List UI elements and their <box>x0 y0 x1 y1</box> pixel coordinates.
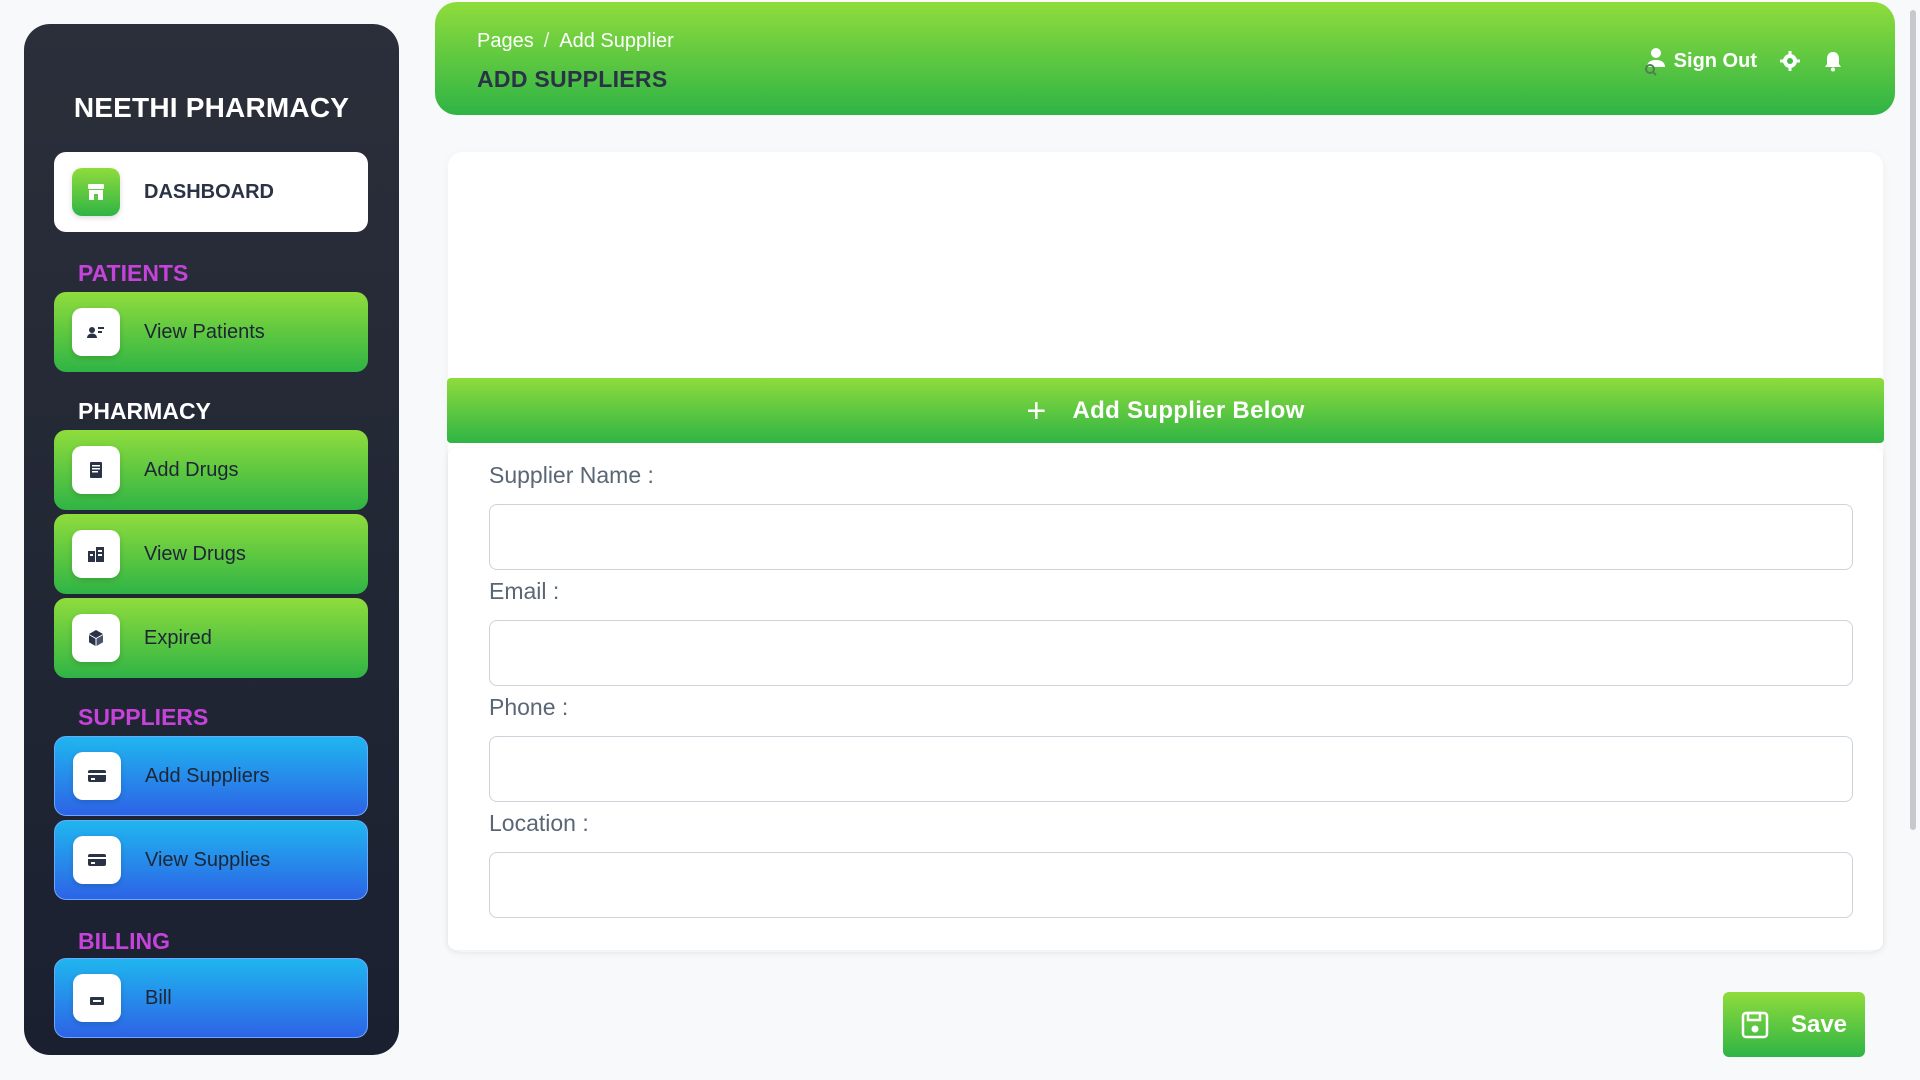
scrollbar[interactable] <box>1910 10 1916 830</box>
save-label: Save <box>1790 1010 1848 1038</box>
sidebar-item-label: Expired <box>144 626 212 649</box>
email-label: Email : <box>489 578 560 604</box>
sidebar-item-label: View Patients <box>144 320 265 343</box>
sidebar-item-label: Add Suppliers <box>145 764 270 787</box>
card-icon <box>73 752 121 800</box>
page-title: ADD SUPPLIERS <box>477 66 668 92</box>
gear-icon[interactable] <box>1779 50 1801 72</box>
supplier-name-input[interactable] <box>489 504 1853 570</box>
sidebar-item-label: Bill <box>145 986 172 1009</box>
store-icon <box>72 168 120 216</box>
save-button[interactable]: Save <box>1723 992 1865 1057</box>
user-card-icon <box>72 308 120 356</box>
sidebar-item-view-supplies[interactable]: View Supplies <box>54 820 368 900</box>
breadcrumb: Pages / Add Supplier <box>477 30 674 53</box>
sidebar-item-label: View Supplies <box>145 848 271 871</box>
breadcrumb-current: Add Supplier <box>559 30 674 52</box>
breadcrumb-root[interactable]: Pages <box>477 30 534 52</box>
box-icon <box>72 614 120 662</box>
sidebar-item-dashboard[interactable]: DASHBOARD <box>54 152 368 232</box>
sidebar-item-label: DASHBOARD <box>144 180 274 203</box>
header-actions: Sign Out <box>1642 46 1843 76</box>
sidebar-item-label: View Drugs <box>144 542 246 565</box>
sidebar-item-add-suppliers[interactable]: Add Suppliers <box>54 736 368 816</box>
add-supplier-banner: + Add Supplier Below <box>447 378 1884 443</box>
sign-out-button[interactable]: Sign Out <box>1642 46 1757 76</box>
supplier-name-label: Supplier Name : <box>489 462 654 488</box>
sidebar-item-expired[interactable]: Expired <box>54 598 368 678</box>
plus-icon: + <box>1026 391 1047 430</box>
section-suppliers: SUPPLIERS <box>78 704 209 730</box>
brand-title: NEETHI PHARMACY <box>73 92 350 123</box>
location-input[interactable] <box>489 852 1853 918</box>
bell-icon[interactable] <box>1823 50 1843 72</box>
phone-label: Phone : <box>489 694 569 720</box>
banner-title: Add Supplier Below <box>1072 396 1305 424</box>
section-patients: PATIENTS <box>78 260 189 286</box>
user-icon <box>1642 46 1668 76</box>
card-icon <box>73 836 121 884</box>
top-navbar: Pages / Add Supplier ADD SUPPLIERS Sign Ou… <box>435 2 1895 115</box>
bill-icon <box>73 974 121 1022</box>
sidebar-item-add-drugs[interactable]: Add Drugs <box>54 430 368 510</box>
location-label: Location : <box>489 810 589 836</box>
breadcrumb-separator: / <box>543 30 550 52</box>
document-icon <box>72 446 120 494</box>
section-pharmacy: PHARMACY <box>78 398 211 424</box>
phone-input[interactable] <box>489 736 1853 802</box>
sign-out-label: Sign Out <box>1673 49 1757 72</box>
sidebar-item-label: Add Drugs <box>144 458 239 481</box>
building-icon <box>72 530 120 578</box>
sidebar-item-view-drugs[interactable]: View Drugs <box>54 514 368 594</box>
sidebar-item-bill[interactable]: Bill <box>54 958 368 1038</box>
floppy-disk-icon <box>1741 1011 1769 1039</box>
section-billing: BILLING <box>78 928 170 954</box>
email-input[interactable] <box>489 620 1853 686</box>
sidebar: NEETHI PHARMACY DASHBOARD PATIENTS View … <box>24 24 399 1055</box>
sidebar-item-view-patients[interactable]: View Patients <box>54 292 368 372</box>
